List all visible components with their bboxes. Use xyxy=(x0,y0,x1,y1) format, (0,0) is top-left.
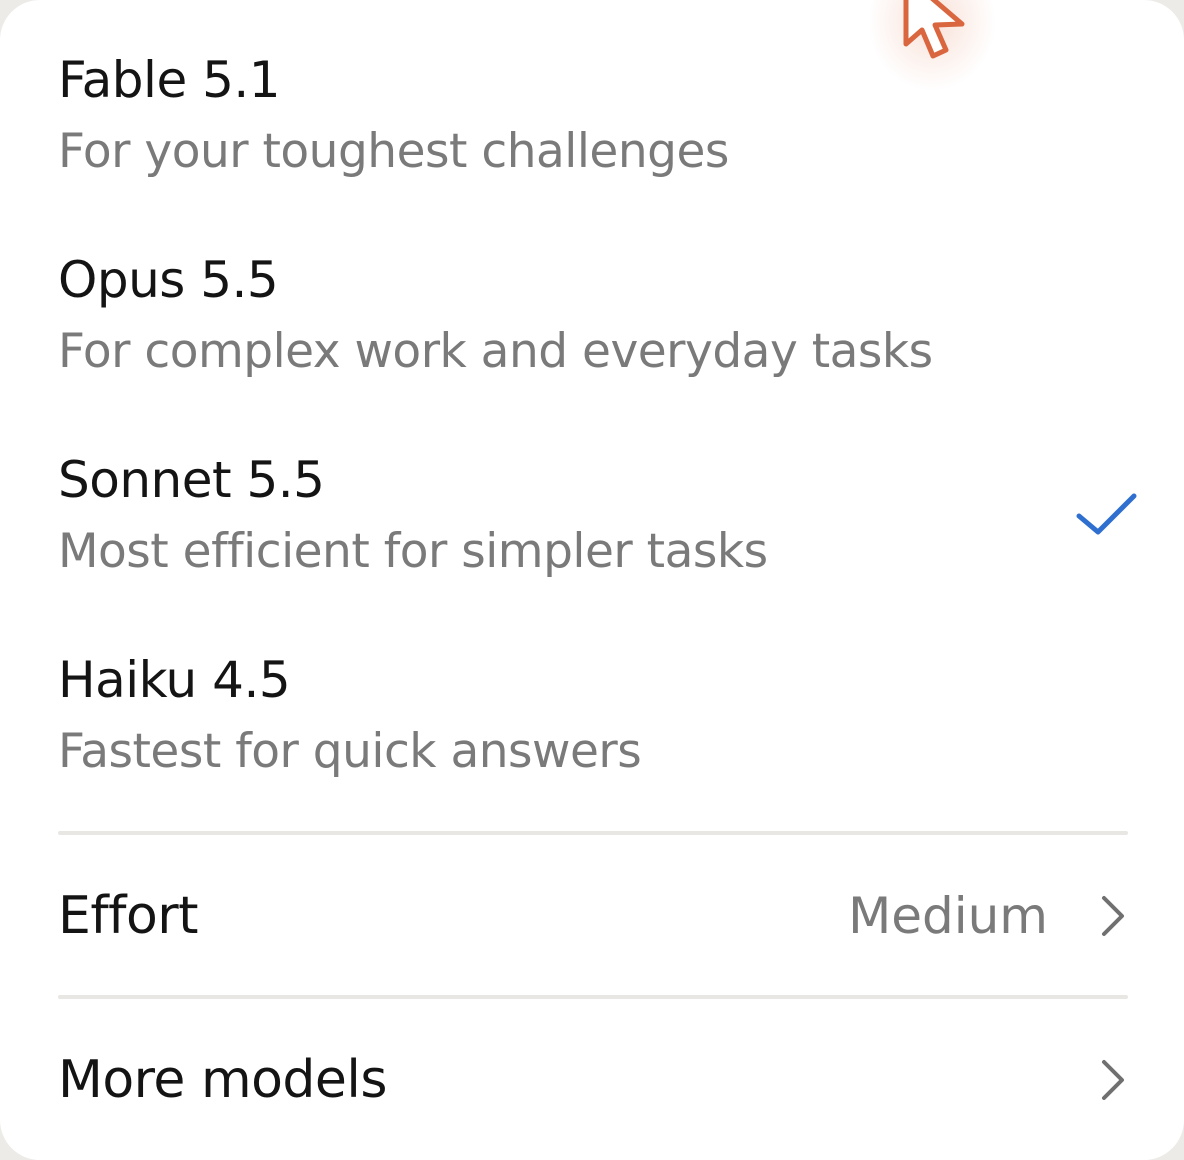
effort-row[interactable]: Effort Medium xyxy=(58,876,1132,956)
model-selector-menu: Fable 5.1 For your toughest challenges O… xyxy=(0,0,1184,1160)
model-option-haiku[interactable]: Haiku 4.5 Fastest for quick answers xyxy=(58,650,1138,840)
model-description: For complex work and everyday tasks xyxy=(58,324,933,379)
model-name: Sonnet 5.5 xyxy=(58,451,325,509)
divider xyxy=(58,831,1128,835)
more-models-row[interactable]: More models xyxy=(58,1040,1132,1120)
more-models-label: More models xyxy=(58,1050,387,1110)
divider xyxy=(58,995,1128,999)
chevron-right-icon xyxy=(1102,1060,1124,1100)
model-name: Fable 5.1 xyxy=(58,51,281,109)
model-option-opus[interactable]: Opus 5.5 For complex work and everyday t… xyxy=(58,250,1138,440)
model-option-sonnet[interactable]: Sonnet 5.5 Most efficient for simpler ta… xyxy=(58,450,1138,640)
model-description: Fastest for quick answers xyxy=(58,724,642,779)
mouse-cursor-icon xyxy=(870,0,996,98)
model-name: Opus 5.5 xyxy=(58,251,279,309)
effort-label: Effort xyxy=(58,886,199,946)
effort-value: Medium xyxy=(848,887,1048,945)
model-description: For your toughest challenges xyxy=(58,124,729,179)
model-name: Haiku 4.5 xyxy=(58,651,291,709)
model-description: Most efficient for simpler tasks xyxy=(58,524,768,579)
checkmark-icon xyxy=(1076,493,1137,535)
chevron-right-icon xyxy=(1102,896,1124,936)
